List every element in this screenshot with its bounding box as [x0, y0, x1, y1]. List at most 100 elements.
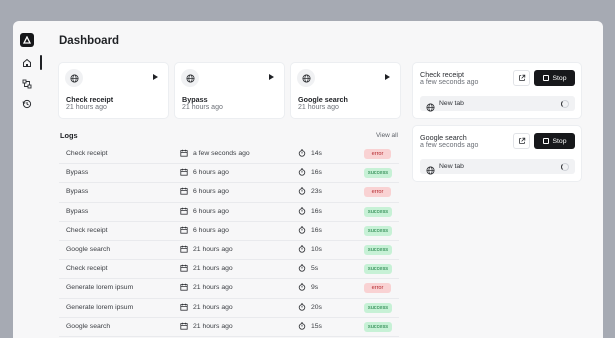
globe-icon	[181, 69, 199, 87]
workflow-icon[interactable]	[19, 76, 35, 92]
log-duration: 14s	[311, 150, 322, 157]
browser-tab[interactable]: New tab	[420, 159, 575, 175]
log-when: a few seconds ago	[193, 150, 250, 157]
log-duration: 16s	[311, 169, 322, 177]
app-window: Dashboard Check receipt 21 hours ago Byp…	[13, 21, 603, 338]
table-row[interactable]: Google search 21 hours ago 15s success	[59, 318, 399, 337]
calendar-icon	[180, 322, 188, 332]
workflow-time: 21 hours ago	[298, 104, 339, 111]
log-when: 6 hours ago	[193, 169, 229, 177]
stop-button[interactable]: Stop	[534, 133, 575, 149]
status-badge: success	[364, 302, 392, 313]
log-name: Generate lorem ipsum	[66, 284, 134, 292]
play-icon[interactable]	[269, 74, 274, 80]
table-row[interactable]: Bypass 6 hours ago 16s success	[59, 164, 399, 184]
workflow-card[interactable]: Google search 21 hours ago	[291, 63, 400, 118]
stop-label: Stop	[552, 137, 567, 145]
stopwatch-icon	[298, 187, 306, 197]
sidebar-rail	[13, 21, 42, 338]
log-name: Check receipt	[66, 265, 108, 273]
view-all-link[interactable]: View all	[376, 132, 398, 139]
loading-spinner-icon	[561, 100, 569, 108]
log-name: Bypass	[66, 188, 89, 196]
table-row[interactable]: Check receipt 21 hours ago 5s success	[59, 260, 399, 280]
loading-spinner-icon	[561, 163, 569, 171]
stop-icon	[542, 138, 549, 144]
calendar-icon	[180, 168, 188, 178]
play-icon[interactable]	[385, 74, 390, 80]
stop-icon	[542, 75, 549, 81]
log-duration: 15s	[311, 322, 322, 330]
table-row[interactable]: Bypass 6 hours ago 16s success	[59, 203, 399, 222]
workflow-time: 21 hours ago	[66, 104, 107, 111]
table-row[interactable]: Check receipt 6 hours ago 16s success	[59, 222, 399, 241]
status-badge: success	[364, 264, 392, 275]
stopwatch-icon	[298, 245, 306, 255]
stop-label: Stop	[552, 74, 567, 82]
status-badge: success	[364, 206, 392, 217]
play-icon[interactable]	[153, 74, 158, 80]
log-duration: 16s	[311, 226, 322, 234]
calendar-icon	[180, 187, 188, 197]
status-badge: success	[364, 321, 392, 332]
stopwatch-icon	[298, 168, 306, 178]
tab-label: New tab	[439, 163, 464, 170]
status-badge: error	[364, 283, 391, 294]
calendar-icon	[180, 207, 188, 217]
log-when: 21 hours ago	[193, 265, 233, 273]
log-when: 21 hours ago	[193, 284, 233, 292]
table-row[interactable]: Bypass 6 hours ago 23s error	[59, 183, 399, 203]
calendar-icon	[180, 226, 188, 236]
logs-heading: Logs	[60, 131, 78, 140]
table-row[interactable]: Generate lorem ipsum 21 hours ago 20s succe…	[59, 299, 399, 318]
running-name: Google search	[420, 133, 467, 142]
workflow-name: Bypass	[182, 95, 208, 104]
log-when: 6 hours ago	[193, 207, 229, 215]
workflow-time: 21 hours ago	[182, 104, 223, 111]
logo-icon[interactable]	[20, 33, 34, 47]
table-row[interactable]: Generate lorem ipsum 21 hours ago 9s error	[59, 279, 399, 299]
stopwatch-icon	[298, 226, 306, 236]
log-duration: 5s	[311, 265, 319, 273]
log-when: 6 hours ago	[193, 188, 229, 196]
log-duration: 23s	[311, 188, 322, 196]
running-workflow: Check receipt a few seconds ago Stop New…	[413, 63, 581, 118]
calendar-icon	[180, 303, 188, 313]
log-name: Bypass	[66, 207, 89, 215]
home-icon[interactable]	[19, 55, 35, 71]
status-badge: success	[364, 225, 392, 236]
external-link-icon[interactable]	[513, 133, 530, 149]
log-name: Check receipt	[66, 226, 108, 234]
tab-label: New tab	[439, 100, 464, 107]
globe-icon	[297, 69, 315, 87]
browser-tab[interactable]: New tab	[420, 96, 575, 112]
log-name: Google search	[66, 245, 111, 253]
stopwatch-icon	[298, 302, 306, 313]
workflow-card[interactable]: Bypass 21 hours ago	[175, 63, 284, 118]
external-link-icon[interactable]	[513, 70, 530, 86]
log-when: 6 hours ago	[193, 226, 229, 234]
workflow-card[interactable]: Check receipt 21 hours ago	[59, 63, 168, 118]
log-when: 21 hours ago	[193, 245, 233, 253]
history-icon[interactable]	[19, 96, 35, 112]
logs-table: Check receipt a few seconds ago 14s error By…	[59, 145, 399, 337]
log-duration: 9s	[311, 284, 319, 292]
log-duration: 16s	[311, 207, 322, 215]
globe-icon	[426, 162, 435, 180]
running-time: a few seconds ago	[420, 142, 479, 149]
log-name: Google search	[66, 322, 111, 330]
calendar-icon	[180, 264, 188, 274]
stopwatch-icon	[298, 206, 306, 217]
calendar-icon	[180, 245, 188, 255]
stop-button[interactable]: Stop	[534, 70, 575, 86]
running-workflow: Google search a few seconds ago Stop New…	[413, 126, 581, 181]
status-badge: error	[364, 187, 391, 198]
workflow-name: Google search	[298, 95, 348, 104]
table-row[interactable]: Check receipt a few seconds ago 14s error	[59, 145, 399, 165]
globe-icon	[426, 99, 435, 117]
stopwatch-icon	[298, 264, 306, 274]
running-time: a few seconds ago	[420, 79, 479, 86]
table-row[interactable]: Google search 21 hours ago 10s success	[59, 241, 399, 261]
active-indicator	[40, 55, 42, 70]
workflow-name: Check receipt	[66, 95, 114, 104]
